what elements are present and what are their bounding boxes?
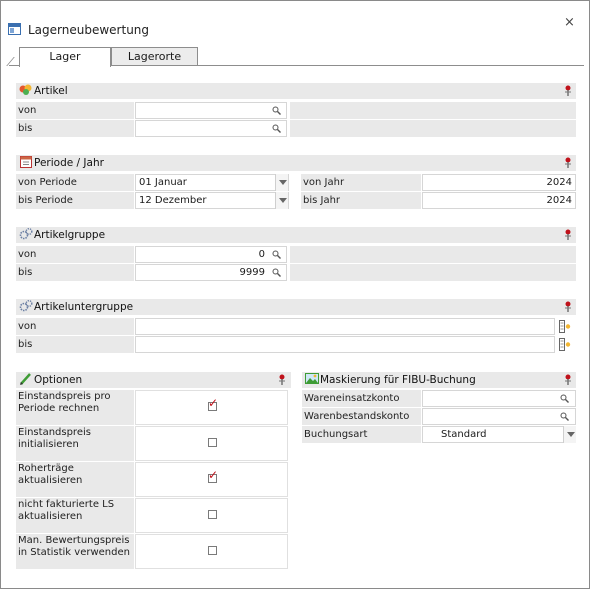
section-periode: Periode / Jahr bbox=[16, 155, 576, 171]
option-label-line: Roherträge bbox=[18, 463, 74, 474]
close-icon[interactable]: × bbox=[564, 15, 575, 30]
option-label-line: in Statistik verwenden bbox=[18, 547, 130, 558]
pencil-icon bbox=[20, 373, 31, 385]
title-bar: Lagerneubewertung × bbox=[1, 1, 589, 41]
gruppe-von-filler bbox=[290, 246, 576, 263]
search-icon[interactable] bbox=[560, 412, 569, 421]
von-jahr-input[interactable]: 2024 bbox=[422, 174, 576, 191]
chevron-down-icon[interactable] bbox=[275, 174, 288, 191]
von-periode-label: von Periode bbox=[16, 174, 134, 191]
untergruppe-von-input[interactable] bbox=[135, 318, 555, 335]
gruppe-bis-input[interactable]: 9999 bbox=[135, 264, 287, 281]
checkmark-icon: ✓ bbox=[208, 468, 219, 482]
section-artikeluntergruppe: Artikeluntergruppe bbox=[16, 299, 576, 315]
pin-icon[interactable] bbox=[277, 374, 287, 386]
buchungsart-value: Standard bbox=[441, 429, 487, 440]
dialog-window: Lagerneubewertung × Lager Lagerorte Arti… bbox=[0, 0, 590, 589]
search-icon[interactable] bbox=[272, 106, 281, 115]
gruppe-von-input[interactable]: 0 bbox=[135, 246, 287, 263]
gruppe-bis-filler bbox=[290, 264, 576, 281]
wareneinsatzkonto-label: Wareneinsatzkonto bbox=[302, 390, 421, 407]
option-label-line: Periode rechnen bbox=[18, 403, 100, 414]
calendar-icon bbox=[20, 156, 32, 168]
bis-jahr-input[interactable]: 2024 bbox=[422, 192, 576, 209]
artikel-bis-label: bis bbox=[16, 120, 134, 137]
buchungsart-select[interactable]: Standard bbox=[422, 426, 576, 443]
search-icon[interactable] bbox=[272, 124, 281, 133]
untergruppe-bis-input[interactable] bbox=[135, 336, 555, 353]
section-optionen-title: Optionen bbox=[34, 374, 83, 386]
buchungsart-label: Buchungsart bbox=[302, 426, 421, 443]
bis-periode-label: bis Periode bbox=[16, 192, 134, 209]
window-title: Lagerneubewertung bbox=[28, 23, 150, 37]
search-icon[interactable] bbox=[560, 394, 569, 403]
pin-icon[interactable] bbox=[563, 85, 573, 97]
gear-group-icon bbox=[19, 300, 33, 312]
option-label-line: Einstandspreis bbox=[18, 427, 91, 438]
option-label-rohertraege: Roherträge aktualisieren bbox=[16, 462, 134, 497]
search-icon[interactable] bbox=[272, 250, 281, 259]
artikel-bis-input[interactable] bbox=[135, 120, 287, 137]
section-fibu: Maskierung für FIBU-Buchung bbox=[302, 372, 576, 388]
option-label-line: Einstandspreis pro bbox=[18, 391, 111, 402]
untergruppe-bis-label: bis bbox=[16, 336, 134, 353]
checkbox-einstandspreis-init[interactable] bbox=[208, 438, 217, 447]
gruppe-bis-label: bis bbox=[16, 264, 134, 281]
image-icon bbox=[305, 373, 319, 384]
gruppe-von-label: von bbox=[16, 246, 134, 263]
section-optionen: Optionen bbox=[16, 372, 291, 388]
von-jahr-label: von Jahr bbox=[301, 174, 421, 191]
warenbestandskonto-label: Warenbestandskonto bbox=[302, 408, 421, 425]
option-label-line: Man. Bewertungspreis bbox=[18, 535, 130, 546]
artikel-von-filler bbox=[290, 102, 576, 119]
chevron-down-icon[interactable] bbox=[275, 192, 288, 209]
bis-jahr-label: bis Jahr bbox=[301, 192, 421, 209]
warenbestandskonto-input[interactable] bbox=[422, 408, 576, 425]
von-periode-select[interactable]: 01 Januar bbox=[135, 174, 289, 191]
bis-periode-value: 12 Dezember bbox=[139, 195, 207, 206]
artikel-von-label: von bbox=[16, 102, 134, 119]
articles-icon bbox=[19, 84, 32, 95]
section-artikelgruppe-title: Artikelgruppe bbox=[34, 229, 106, 241]
checkmark-icon: ✓ bbox=[208, 396, 219, 410]
gear-group-icon bbox=[19, 228, 33, 240]
artikel-bis-filler bbox=[290, 120, 576, 137]
section-artikel: Artikel bbox=[16, 83, 576, 99]
option-label-man-bewertungspreis: Man. Bewertungspreis in Statistik verwen… bbox=[16, 534, 134, 569]
option-label-line: initialisieren bbox=[18, 439, 79, 450]
pin-icon[interactable] bbox=[563, 157, 573, 169]
option-label-line: nicht fakturierte LS bbox=[18, 499, 115, 510]
tab-lagerorte[interactable]: Lagerorte bbox=[111, 47, 198, 66]
chevron-down-icon[interactable] bbox=[563, 426, 576, 443]
checkbox-nicht-fakturierte-ls[interactable] bbox=[208, 510, 217, 519]
von-periode-value: 01 Januar bbox=[139, 177, 187, 188]
untergruppe-von-label: von bbox=[16, 318, 134, 335]
bis-periode-select[interactable]: 12 Dezember bbox=[135, 192, 289, 209]
artikel-von-input[interactable] bbox=[135, 102, 287, 119]
pin-icon[interactable] bbox=[563, 374, 573, 386]
section-artikeluntergruppe-title: Artikeluntergruppe bbox=[34, 301, 134, 313]
option-label-einstandspreis-init: Einstandspreis initialisieren bbox=[16, 426, 134, 461]
tab-lager[interactable]: Lager bbox=[19, 47, 111, 67]
option-label-line: aktualisieren bbox=[18, 511, 83, 522]
pin-icon[interactable] bbox=[563, 301, 573, 313]
app-window-icon bbox=[8, 23, 21, 35]
option-label-einstandspreis-periode: Einstandspreis pro Periode rechnen bbox=[16, 390, 134, 425]
option-label-nicht-fakturierte-ls: nicht fakturierte LS aktualisieren bbox=[16, 498, 134, 533]
option-label-line: aktualisieren bbox=[18, 475, 83, 486]
section-periode-title: Periode / Jahr bbox=[34, 157, 104, 169]
checkbox-man-bewertungspreis[interactable] bbox=[208, 546, 217, 555]
section-fibu-title: Maskierung für FIBU-Buchung bbox=[320, 374, 476, 386]
search-icon[interactable] bbox=[272, 268, 281, 277]
lookup-icon[interactable] bbox=[559, 320, 571, 333]
lookup-icon[interactable] bbox=[559, 338, 571, 351]
section-artikelgruppe: Artikelgruppe bbox=[16, 227, 576, 243]
pin-icon[interactable] bbox=[563, 229, 573, 241]
wareneinsatzkonto-input[interactable] bbox=[422, 390, 576, 407]
section-artikel-title: Artikel bbox=[34, 85, 68, 97]
